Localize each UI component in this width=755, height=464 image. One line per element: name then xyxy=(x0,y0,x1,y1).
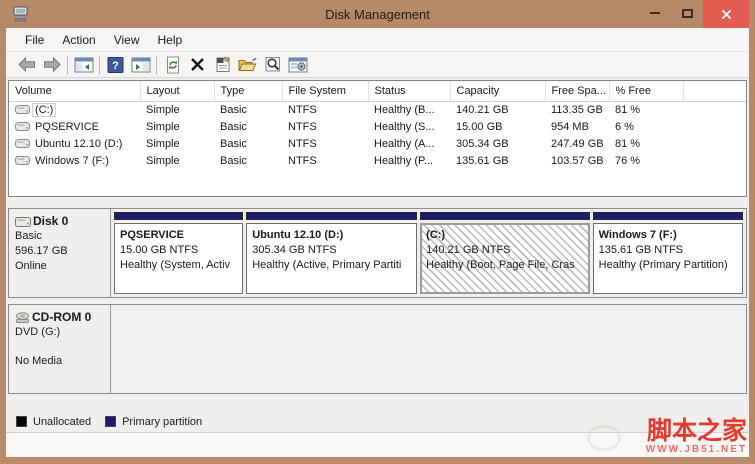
cdrom0-type: DVD (G:) xyxy=(15,326,61,338)
refresh-button[interactable] xyxy=(160,54,185,76)
primary-partition-band xyxy=(420,212,590,220)
primary-partition-swatch xyxy=(105,416,117,427)
action-pane-icon xyxy=(131,57,150,72)
legend-primary-partition-label: Primary partition xyxy=(122,415,203,428)
table-row-pqservice[interactable]: PQSERVICE Simple Basic NTFS Healthy (S..… xyxy=(9,118,746,135)
menu-file[interactable]: File xyxy=(16,30,53,50)
legend-bar: Unallocated Primary partition xyxy=(6,411,749,433)
cd-rom-icon xyxy=(16,311,29,323)
forward-arrow-icon xyxy=(43,57,61,72)
svg-text:?: ? xyxy=(112,60,119,72)
toolbar-separator xyxy=(99,55,100,74)
col-free-space[interactable]: Free Spa... xyxy=(545,81,610,102)
volume-icon xyxy=(15,156,30,165)
table-row-windows7[interactable]: Windows 7 (F:) Simple Basic NTFS Healthy… xyxy=(9,152,746,169)
cdrom0-label[interactable]: CD-ROM 0 DVD (G:) No Media xyxy=(9,305,111,393)
table-row-ubuntu[interactable]: Ubuntu 12.10 (D:) Simple Basic NTFS Heal… xyxy=(9,135,746,152)
cdrom0-status: No Media xyxy=(15,355,63,367)
partition-windows7[interactable]: Windows 7 (F:) 135.61 GB NTFS Healthy (P… xyxy=(592,212,743,294)
menu-view[interactable]: View xyxy=(105,30,149,50)
view-button[interactable] xyxy=(260,54,285,76)
menu-action[interactable]: Action xyxy=(53,30,104,50)
window-content: File Action View Help ? Volume Layout Ty… xyxy=(6,28,749,457)
splitter[interactable] xyxy=(6,197,749,204)
window-title: Disk Management xyxy=(325,6,430,22)
toolbar-separator xyxy=(67,55,68,74)
cdrom0-row: CD-ROM 0 DVD (G:) No Media xyxy=(8,304,747,394)
col-file-system[interactable]: File System xyxy=(282,81,369,102)
hard-disk-icon xyxy=(15,216,31,227)
magnifier-icon xyxy=(265,57,280,72)
help-icon: ? xyxy=(107,56,124,73)
titlebar[interactable]: Disk Management xyxy=(6,0,749,28)
volume-icon xyxy=(15,105,30,115)
unallocated-swatch xyxy=(16,416,27,427)
col-volume[interactable]: Volume xyxy=(9,81,141,102)
settings-window-button[interactable] xyxy=(285,54,310,76)
primary-partition-band xyxy=(114,212,244,220)
partition-c-selected[interactable]: (C:) 140.21 GB NTFS Healthy (Boot, Page … xyxy=(420,212,590,294)
maximize-button[interactable] xyxy=(671,0,703,26)
table-header-row: Volume Layout Type File System Status Ca… xyxy=(9,81,746,102)
table-row-c[interactable]: (C:) Simple Basic NTFS Healthy (B... 140… xyxy=(9,101,746,118)
faint-watermark-logo xyxy=(587,425,621,451)
settings-window-icon xyxy=(288,57,307,72)
graphical-view: Disk 0 Basic 596.17 GB Online PQSERVICE … xyxy=(6,204,749,411)
toolbar-separator xyxy=(156,55,157,74)
volume-icon xyxy=(15,122,30,131)
disk0-row: Disk 0 Basic 596.17 GB Online PQSERVICE … xyxy=(8,208,747,298)
disk0-size: 596.17 GB xyxy=(15,245,68,257)
col-layout[interactable]: Layout xyxy=(140,81,215,102)
properties-icon xyxy=(216,56,229,72)
close-icon xyxy=(721,9,731,19)
delete-icon xyxy=(191,58,204,71)
legend-unallocated-label: Unallocated xyxy=(33,415,92,428)
primary-partition-band xyxy=(246,212,418,220)
toolbar: ? xyxy=(6,52,749,78)
minimize-button[interactable] xyxy=(639,0,671,26)
partition-ubuntu[interactable]: Ubuntu 12.10 (D:) 305.34 GB NTFS Healthy… xyxy=(246,212,418,294)
col-status[interactable]: Status xyxy=(368,81,451,102)
disk0-partitions: PQSERVICE 15.00 GB NTFS Healthy (System,… xyxy=(111,209,746,297)
menubar: File Action View Help xyxy=(6,28,749,52)
disk0-type: Basic xyxy=(15,230,42,242)
status-bar xyxy=(6,433,749,457)
col-capacity[interactable]: Capacity xyxy=(450,81,546,102)
delete-volume-button[interactable] xyxy=(185,54,210,76)
maximize-icon xyxy=(681,8,693,18)
volume-table: Volume Layout Type File System Status Ca… xyxy=(9,81,746,169)
console-tree-icon xyxy=(74,57,93,72)
show-action-pane-button[interactable] xyxy=(128,54,153,76)
disk0-label[interactable]: Disk 0 Basic 596.17 GB Online xyxy=(9,209,111,297)
primary-partition-band xyxy=(592,212,743,220)
help-button[interactable]: ? xyxy=(103,54,128,76)
close-button[interactable] xyxy=(703,0,749,28)
disk-management-window: Disk Management File Action View Help ? … xyxy=(0,0,755,464)
disk0-status: Online xyxy=(15,260,47,272)
refresh-icon xyxy=(166,56,179,73)
open-folder-icon xyxy=(238,57,256,71)
col-type[interactable]: Type xyxy=(214,81,283,102)
minimize-icon xyxy=(650,12,660,14)
back-arrow-icon xyxy=(17,57,35,72)
cdrom0-media-area[interactable] xyxy=(111,305,746,393)
col-filler xyxy=(683,81,746,102)
volume-icon xyxy=(15,139,30,148)
partition-pqservice[interactable]: PQSERVICE 15.00 GB NTFS Healthy (System,… xyxy=(114,212,244,294)
col-pct-free[interactable]: % Free xyxy=(609,81,684,102)
open-button[interactable] xyxy=(235,54,260,76)
forward-button[interactable] xyxy=(39,54,64,76)
properties-button[interactable] xyxy=(210,54,235,76)
menu-help[interactable]: Help xyxy=(149,30,192,50)
back-button[interactable] xyxy=(14,54,39,76)
show-console-tree-button[interactable] xyxy=(71,54,96,76)
volume-list-panel: Volume Layout Type File System Status Ca… xyxy=(8,80,747,197)
